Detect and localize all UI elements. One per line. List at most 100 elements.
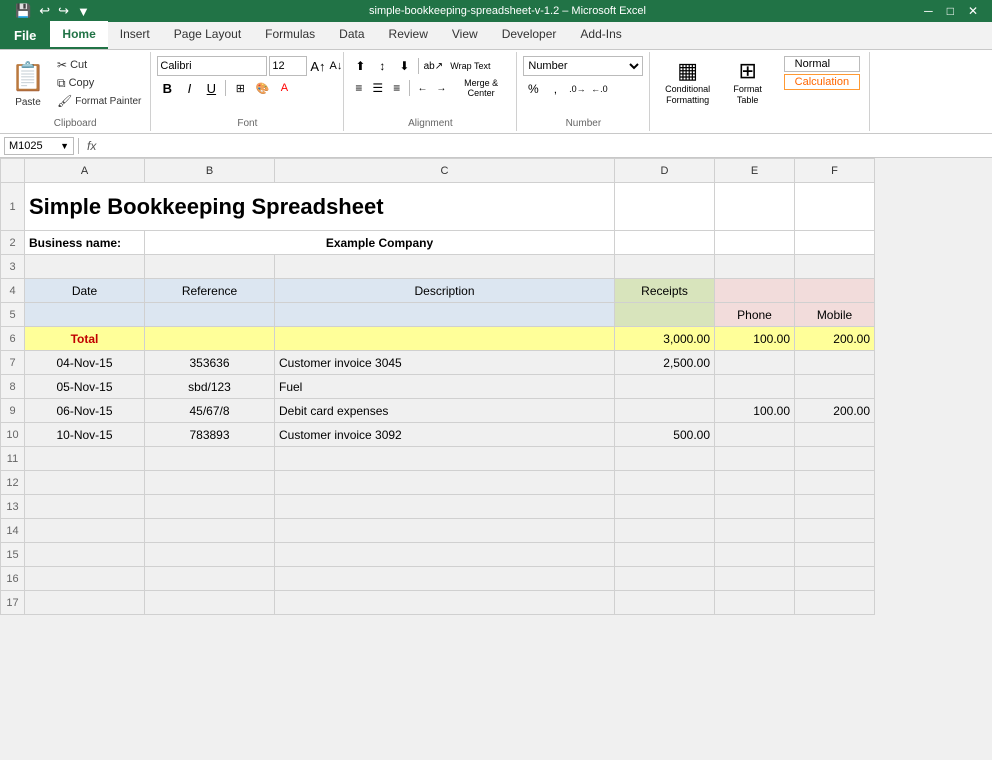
increase-decimal-btn[interactable]: .0→ <box>567 79 587 99</box>
cell-e10[interactable] <box>715 423 795 447</box>
cell-a11[interactable] <box>25 447 145 471</box>
cell-b14[interactable] <box>145 519 275 543</box>
cell-b11[interactable] <box>145 447 275 471</box>
row-num-12[interactable]: 12 <box>1 471 25 495</box>
cell-b16[interactable] <box>145 567 275 591</box>
close-btn[interactable]: ✕ <box>962 2 984 20</box>
row-num-14[interactable]: 14 <box>1 519 25 543</box>
cell-b9[interactable]: 45/67/8 <box>145 399 275 423</box>
merge-center-btn[interactable]: Merge & Center <box>452 78 510 98</box>
tab-review[interactable]: Review <box>377 21 440 49</box>
cell-b13[interactable] <box>145 495 275 519</box>
row-num-8[interactable]: 8 <box>1 375 25 399</box>
cell-c13[interactable] <box>275 495 615 519</box>
cell-e15[interactable] <box>715 543 795 567</box>
percent-btn[interactable]: % <box>523 79 543 99</box>
cell-c10[interactable]: Customer invoice 3092 <box>275 423 615 447</box>
cell-e12[interactable] <box>715 471 795 495</box>
cell-e5-phone[interactable]: Phone <box>715 303 795 327</box>
cell-f15[interactable] <box>795 543 875 567</box>
wrap-text-btn[interactable]: Wrap Text <box>445 56 495 76</box>
angle-text-btn[interactable]: ab↗ <box>423 56 443 76</box>
row-num-9[interactable]: 9 <box>1 399 25 423</box>
cell-a8[interactable]: 05-Nov-15 <box>25 375 145 399</box>
cut-button[interactable]: ✂ Cut <box>54 56 144 74</box>
cell-d4-receipts[interactable]: Receipts <box>615 279 715 303</box>
cell-a9[interactable]: 06-Nov-15 <box>25 399 145 423</box>
cell-c14[interactable] <box>275 519 615 543</box>
cell-d17[interactable] <box>615 591 715 615</box>
cell-f16[interactable] <box>795 567 875 591</box>
italic-btn[interactable]: I <box>179 78 199 98</box>
cell-a12[interactable] <box>25 471 145 495</box>
cell-b4-reference[interactable]: Reference <box>145 279 275 303</box>
cell-f11[interactable] <box>795 447 875 471</box>
paste-button[interactable]: 📋 Paste <box>6 56 50 112</box>
row-num-7[interactable]: 7 <box>1 351 25 375</box>
maximize-btn[interactable]: □ <box>941 2 960 20</box>
undo-icon[interactable]: ↩ <box>36 2 53 20</box>
number-format-select[interactable]: Number General Currency Accounting Date … <box>523 56 643 76</box>
conditional-formatting-btn[interactable]: ▦ Conditional Formatting <box>660 56 716 108</box>
cell-f9[interactable]: 200.00 <box>795 399 875 423</box>
col-header-a[interactable]: A <box>25 159 145 183</box>
copy-button[interactable]: ⧉ Copy <box>54 74 144 92</box>
row-num-10[interactable]: 10 <box>1 423 25 447</box>
cell-a5[interactable] <box>25 303 145 327</box>
cell-a17[interactable] <box>25 591 145 615</box>
cell-d6-receipts[interactable]: 3,000.00 <box>615 327 715 351</box>
cell-e4-phone[interactable] <box>715 279 795 303</box>
cell-d7[interactable]: 2,500.00 <box>615 351 715 375</box>
row-num-15[interactable]: 15 <box>1 543 25 567</box>
cell-a15[interactable] <box>25 543 145 567</box>
cell-f17[interactable] <box>795 591 875 615</box>
cell-d15[interactable] <box>615 543 715 567</box>
cell-d14[interactable] <box>615 519 715 543</box>
cell-e3[interactable] <box>715 255 795 279</box>
quick-access-dropdown[interactable]: ▼ <box>74 3 93 20</box>
save-icon[interactable]: 💾 <box>12 2 34 20</box>
cell-c16[interactable] <box>275 567 615 591</box>
row-num-1[interactable]: 1 <box>1 183 25 231</box>
row-num-3[interactable]: 3 <box>1 255 25 279</box>
cell-d16[interactable] <box>615 567 715 591</box>
cell-a6-total[interactable]: Total <box>25 327 145 351</box>
cell-e17[interactable] <box>715 591 795 615</box>
cell-a10[interactable]: 10-Nov-15 <box>25 423 145 447</box>
cell-f2[interactable] <box>795 231 875 255</box>
cell-f6-mobile[interactable]: 200.00 <box>795 327 875 351</box>
tab-page-layout[interactable]: Page Layout <box>162 21 253 49</box>
row-num-11[interactable]: 11 <box>1 447 25 471</box>
align-right-btn[interactable]: ≡ <box>388 78 405 98</box>
tab-insert[interactable]: Insert <box>108 21 162 49</box>
cell-e9[interactable]: 100.00 <box>715 399 795 423</box>
align-center-btn[interactable]: ☰ <box>369 78 386 98</box>
cell-b5[interactable] <box>145 303 275 327</box>
cell-d9[interactable] <box>615 399 715 423</box>
decrease-decimal-btn[interactable]: ←.0 <box>589 79 609 99</box>
increase-font-btn[interactable]: A↑ <box>309 56 326 76</box>
indent-dec-btn[interactable]: ← <box>414 78 431 98</box>
formula-input[interactable] <box>104 139 988 153</box>
tab-developer[interactable]: Developer <box>490 21 569 49</box>
cell-a3[interactable] <box>25 255 145 279</box>
align-bottom-btn[interactable]: ⬇ <box>394 56 414 76</box>
spreadsheet-wrapper[interactable]: A B C D E F 1 Simple Bookkeeping Spreads… <box>0 158 992 760</box>
tab-data[interactable]: Data <box>327 21 376 49</box>
cell-a2[interactable]: Business name: <box>25 231 145 255</box>
cell-f5-mobile[interactable]: Mobile <box>795 303 875 327</box>
cell-f10[interactable] <box>795 423 875 447</box>
format-painter-button[interactable]: 🖌 Format Painter <box>54 92 144 110</box>
comma-btn[interactable]: , <box>545 79 565 99</box>
cell-c7[interactable]: Customer invoice 3045 <box>275 351 615 375</box>
fill-color-btn[interactable]: 🎨 <box>252 78 272 98</box>
cell-d12[interactable] <box>615 471 715 495</box>
row-num-6[interactable]: 6 <box>1 327 25 351</box>
cell-b3[interactable] <box>145 255 275 279</box>
cell-a16[interactable] <box>25 567 145 591</box>
cell-f7[interactable] <box>795 351 875 375</box>
cell-e8[interactable] <box>715 375 795 399</box>
cell-b6[interactable] <box>145 327 275 351</box>
underline-btn[interactable]: U <box>201 78 221 98</box>
cell-f14[interactable] <box>795 519 875 543</box>
